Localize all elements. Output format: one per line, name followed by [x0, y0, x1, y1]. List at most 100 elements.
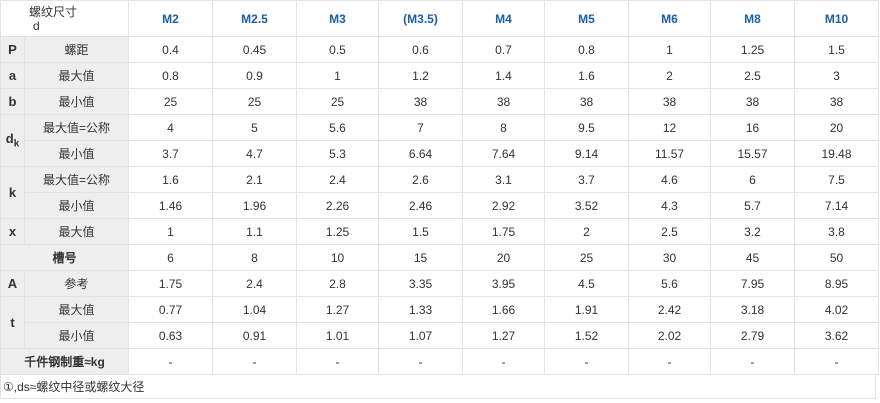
row-symbol: x — [0, 218, 25, 245]
row-label: 最小值 — [23, 192, 130, 219]
table-cell: 8 — [212, 244, 298, 271]
table-cell: 1.2 — [378, 62, 464, 89]
table-cell: 20 — [794, 114, 880, 141]
table-row: x 最大值 1 1.1 1.25 1.5 1.75 2 2.5 3.2 3.8 — [0, 218, 880, 245]
table-cell: 25 — [296, 88, 380, 115]
table-row: P 螺距 0.4 0.45 0.5 0.6 0.7 0.8 1 1.25 1.5 — [0, 36, 880, 63]
table-row: b 最小值 25 25 25 38 38 38 38 38 38 — [0, 88, 880, 115]
table-cell: 10 — [296, 244, 380, 271]
row-label: 最大值=公称 — [23, 114, 130, 141]
size-header: M3 — [296, 0, 380, 37]
size-header: M5 — [544, 0, 630, 37]
table-cell: 4.5 — [544, 270, 630, 297]
table-row: a 最大值 0.8 0.9 1 1.2 1.4 1.6 2 2.5 3 — [0, 62, 880, 89]
table-cell: 1.25 — [710, 36, 796, 63]
size-header: M2.5 — [212, 0, 298, 37]
table-cell: 1.75 — [462, 218, 546, 245]
table-cell: 3.2 — [710, 218, 796, 245]
row-symbol: a — [0, 62, 25, 89]
row-symbol: b — [0, 88, 25, 115]
table-cell: 7.95 — [710, 270, 796, 297]
table-cell: 12 — [628, 114, 712, 141]
row-label: 最大值=公称 — [23, 166, 130, 193]
table-cell: 15.57 — [710, 140, 796, 167]
table-row: dk 最大值=公称 4 5 5.6 7 8 9.5 12 16 20 — [0, 114, 880, 167]
row-symbol-dk: dk — [0, 114, 25, 167]
table-cell: - — [296, 348, 380, 375]
table-cell: 3.8 — [794, 218, 880, 245]
table-cell: 1.66 — [462, 296, 546, 323]
table-cell: 3.7 — [128, 140, 214, 167]
table-cell: 5.3 — [296, 140, 380, 167]
table-row: t 最大值 0.77 1.04 1.27 1.33 1.66 1.91 2.42… — [0, 296, 880, 349]
table-cell: 2.8 — [296, 270, 380, 297]
table-cell: 0.4 — [128, 36, 214, 63]
table-cell: 38 — [628, 88, 712, 115]
row-label: 最小值 — [23, 88, 130, 115]
table-cell: 19.48 — [794, 140, 880, 167]
table-cell: 6 — [710, 166, 796, 193]
table-cell: 0.9 — [212, 62, 298, 89]
table-row: 最小值 0.63 0.91 1.01 1.07 1.27 1.52 2.02 2… — [1, 322, 880, 349]
table-cell: 9.5 — [544, 114, 630, 141]
thread-size-symbol: d — [33, 18, 40, 33]
table-cell: 2.46 — [378, 192, 464, 219]
table-cell: 4.02 — [794, 296, 880, 323]
table-cell: 1.01 — [296, 322, 380, 349]
table-cell: 2.42 — [628, 296, 712, 323]
table-cell: 2.5 — [710, 62, 796, 89]
row-label: 参考 — [23, 270, 130, 297]
table-cell: 3.1 — [462, 166, 546, 193]
table-cell: 5.7 — [710, 192, 796, 219]
row-symbol: P — [0, 36, 25, 63]
table-cell: 2.02 — [628, 322, 712, 349]
table-cell: 1.75 — [128, 270, 214, 297]
table-cell: 3.95 — [462, 270, 546, 297]
table-cell: - — [128, 348, 214, 375]
table-cell: 0.63 — [128, 322, 214, 349]
table-cell: 2 — [544, 218, 630, 245]
table-cell: 25 — [544, 244, 630, 271]
row-symbol-sub: k — [13, 138, 20, 150]
table-row: 最小值 3.7 4.7 5.3 6.64 7.64 9.14 11.57 15.… — [1, 140, 880, 167]
table-cell: - — [462, 348, 546, 375]
row-label: 最小值 — [23, 140, 130, 167]
table-cell: 0.8 — [128, 62, 214, 89]
table-cell: 6.64 — [378, 140, 464, 167]
table-cell: 0.77 — [128, 296, 214, 323]
table-cell: - — [794, 348, 880, 375]
table-cell: 15 — [378, 244, 464, 271]
row-symbol: A — [0, 270, 25, 297]
table-cell: 3.62 — [794, 322, 880, 349]
table-cell: 1.96 — [212, 192, 298, 219]
table-cell: 45 — [710, 244, 796, 271]
table-cell: 38 — [710, 88, 796, 115]
table-cell: 1.27 — [296, 296, 380, 323]
table-cell: 2.79 — [710, 322, 796, 349]
table-cell: 2.92 — [462, 192, 546, 219]
table-cell: 1 — [128, 218, 214, 245]
table-row: 槽号 6 8 10 15 20 25 30 45 50 — [0, 244, 880, 271]
row-label-slot-number: 槽号 — [0, 244, 130, 271]
table-cell: 1.4 — [462, 62, 546, 89]
table-cell: 4.3 — [628, 192, 712, 219]
table-cell: 20 — [462, 244, 546, 271]
table-row: 千件钢制重≈kg - - - - - - - - - — [0, 348, 880, 375]
table-cell: - — [628, 348, 712, 375]
table-cell: 1.5 — [794, 36, 880, 63]
table-cell: 38 — [462, 88, 546, 115]
row-symbol: t — [0, 296, 25, 349]
table-cell: 3.52 — [544, 192, 630, 219]
row-symbol: k — [0, 166, 25, 219]
table-cell: 4.7 — [212, 140, 298, 167]
row-symbol-main: d — [5, 131, 14, 147]
table-cell: 3 — [794, 62, 880, 89]
size-header: M6 — [628, 0, 712, 37]
size-header: M8 — [710, 0, 796, 37]
table-cell: 2.4 — [212, 270, 298, 297]
table-cell: 7.14 — [794, 192, 880, 219]
thread-size-label: 螺纹尺寸 — [29, 4, 78, 19]
size-header: M10 — [794, 0, 880, 37]
table-cell: 25 — [212, 88, 298, 115]
table-cell: 25 — [128, 88, 214, 115]
